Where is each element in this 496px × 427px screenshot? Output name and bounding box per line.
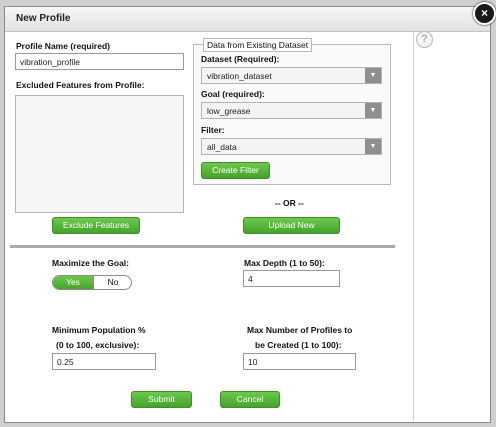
close-icon[interactable]: ×: [473, 2, 496, 25]
max-profiles-input[interactable]: 10: [243, 353, 356, 370]
panel-divider: [413, 31, 414, 421]
max-depth-input[interactable]: 4: [243, 270, 340, 287]
profile-name-label: Profile Name (required): [16, 41, 110, 51]
help-icon[interactable]: ?: [416, 31, 433, 48]
chevron-down-icon: ▼: [365, 103, 381, 118]
excluded-features-label: Excluded Features from Profile:: [16, 80, 145, 90]
maximize-goal-toggle[interactable]: Yes No: [52, 275, 132, 290]
section-divider: [10, 245, 395, 248]
dialog-title: New Profile: [16, 13, 71, 24]
toggle-yes[interactable]: Yes: [53, 276, 93, 289]
profile-name-input[interactable]: vibration_profile: [15, 53, 184, 70]
dialog-title-bar: New Profile: [5, 7, 490, 32]
maximize-goal-label: Maximize the Goal:: [52, 258, 129, 268]
min-population-input[interactable]: 0.25: [52, 353, 156, 370]
exclude-features-button[interactable]: Exclude Features: [52, 217, 140, 234]
filter-select-value: all_data: [207, 142, 237, 152]
goal-select[interactable]: low_grease ▼: [201, 102, 382, 119]
max-profiles-label-2: be Created (1 to 100):: [255, 340, 342, 350]
toggle-no[interactable]: No: [93, 276, 131, 289]
chevron-down-icon: ▼: [365, 68, 381, 83]
max-profiles-label-1: Max Number of Profiles to: [247, 325, 353, 335]
submit-button[interactable]: Submit: [131, 391, 192, 408]
min-population-label-2: (0 to 100, exclusive):: [56, 340, 140, 350]
filter-label: Filter:: [201, 125, 225, 135]
or-separator: -- OR --: [275, 198, 304, 208]
chevron-down-icon: ▼: [365, 139, 381, 154]
min-population-label-1: Minimum Population %: [52, 325, 146, 335]
goal-label: Goal (required):: [201, 89, 265, 99]
upload-new-button[interactable]: Upload New: [243, 217, 340, 234]
cancel-button[interactable]: Cancel: [220, 391, 280, 408]
excluded-features-list[interactable]: [15, 95, 184, 213]
max-depth-label: Max Depth (1 to 50):: [244, 258, 325, 268]
dataset-select-value: vibration_dataset: [207, 71, 272, 81]
create-filter-button[interactable]: Create Filter: [201, 162, 270, 179]
dataset-select[interactable]: vibration_dataset ▼: [201, 67, 382, 84]
existing-dataset-legend: Data from Existing Dataset: [203, 38, 313, 52]
dataset-label: Dataset (Required):: [201, 54, 280, 64]
filter-select[interactable]: all_data ▼: [201, 138, 382, 155]
goal-select-value: low_grease: [207, 106, 251, 116]
